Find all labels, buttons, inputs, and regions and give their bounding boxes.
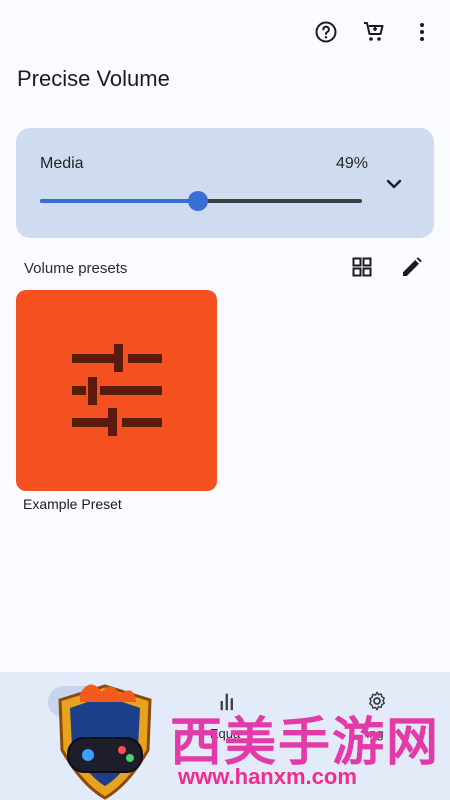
edit-icon[interactable] <box>398 253 426 281</box>
section-title: Volume presets <box>24 260 128 277</box>
preset-card[interactable] <box>16 290 217 491</box>
volume-percent: 49% <box>336 155 369 172</box>
more-vert-icon[interactable] <box>408 18 436 46</box>
chevron-down-icon[interactable] <box>382 172 406 196</box>
preset-name: Example Preset <box>23 496 122 512</box>
top-actions <box>312 18 436 46</box>
tune-icon <box>72 344 162 436</box>
volume-card: Media 49% <box>16 128 434 238</box>
page-title: Precise Volume <box>17 66 170 91</box>
stream-label: Media <box>40 155 84 172</box>
help-icon[interactable] <box>312 18 340 46</box>
slider-fill <box>40 199 198 203</box>
slider-thumb[interactable] <box>187 191 208 211</box>
volume-slider[interactable] <box>40 190 362 212</box>
presets-actions <box>348 253 426 281</box>
watermark-url: www.hanxm.com <box>178 764 357 789</box>
cart-icon[interactable] <box>360 18 388 46</box>
grid-view-icon[interactable] <box>348 253 376 281</box>
